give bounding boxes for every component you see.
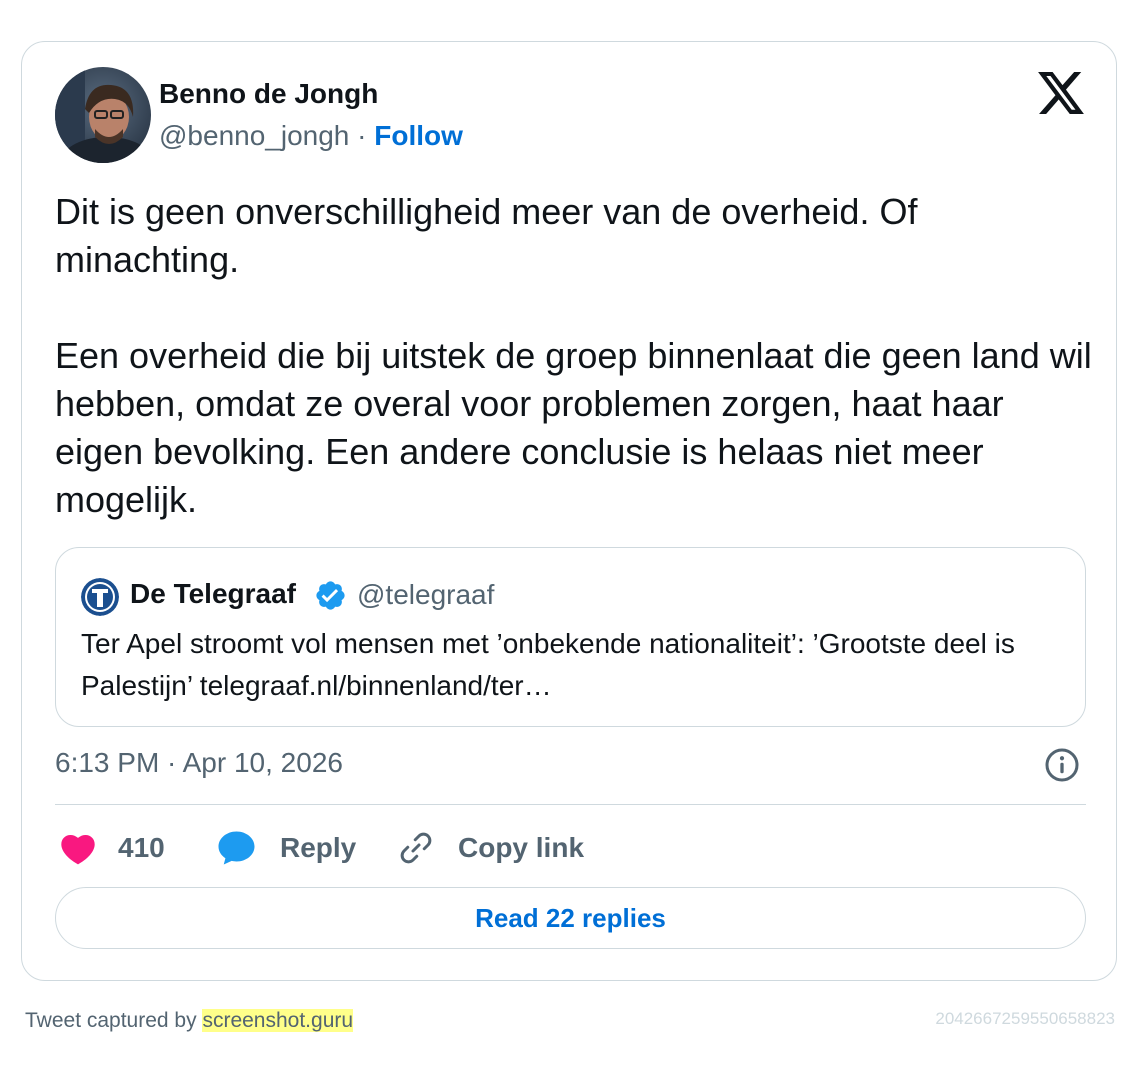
copy-link-label: Copy link xyxy=(458,832,585,863)
tweet-card: Benno de Jongh @benno_jongh · Follow Dit… xyxy=(21,41,1117,981)
author-photo-icon xyxy=(55,67,151,163)
speech-bubble-icon xyxy=(218,831,255,865)
heart-icon xyxy=(61,834,95,864)
quoted-tweet[interactable]: De Telegraaf @telegraaf Ter Apel stroomt… xyxy=(55,547,1086,727)
quoted-tweet-text: Ter Apel stroomt vol mensen met ’onbeken… xyxy=(81,628,1015,701)
reply-button[interactable]: Reply xyxy=(217,828,356,868)
read-replies-label: Read 22 replies xyxy=(475,902,666,933)
handle-separator: · xyxy=(357,120,367,151)
screenshot-guru-link[interactable]: screenshot.guru xyxy=(202,1009,354,1032)
x-logo-icon[interactable] xyxy=(1038,72,1084,114)
quoted-author-handle[interactable]: @telegraaf xyxy=(357,579,494,611)
capture-credit-text: Tweet captured by xyxy=(25,1009,197,1032)
link-icon xyxy=(400,832,432,864)
author-avatar[interactable] xyxy=(55,67,151,163)
tweet-paragraph: Een overheid die bij uitstek de groep bi… xyxy=(55,335,1092,520)
like-count: 410 xyxy=(118,832,165,863)
like-button[interactable]: 410 xyxy=(60,828,165,868)
tweet-id: 2042667259550658823 xyxy=(935,1009,1115,1028)
divider xyxy=(55,804,1086,805)
capture-credit: Tweet captured by screenshot.guru xyxy=(25,1009,354,1033)
tweet-text: Dit is geen onverschilligheid meer van d… xyxy=(55,188,1095,524)
author-meta: @benno_jongh · Follow xyxy=(159,120,463,152)
author-handle[interactable]: @benno_jongh xyxy=(159,120,349,151)
author-name[interactable]: Benno de Jongh xyxy=(159,78,378,110)
reply-label: Reply xyxy=(280,832,357,863)
follow-button[interactable]: Follow xyxy=(374,120,463,151)
quoted-author-avatar[interactable] xyxy=(81,578,119,616)
read-replies-button[interactable]: Read 22 replies xyxy=(55,887,1086,949)
quoted-author-name[interactable]: De Telegraaf xyxy=(130,578,296,610)
tweet-paragraph: Dit is geen onverschilligheid meer van d… xyxy=(55,191,918,280)
info-icon[interactable] xyxy=(1044,747,1080,783)
tweet-timestamp[interactable]: 6:13 PM · Apr 10, 2026 xyxy=(55,747,343,779)
verified-badge-icon xyxy=(316,581,345,610)
telegraaf-logo-icon xyxy=(81,578,119,616)
copy-link-button[interactable]: Copy link xyxy=(398,828,584,868)
